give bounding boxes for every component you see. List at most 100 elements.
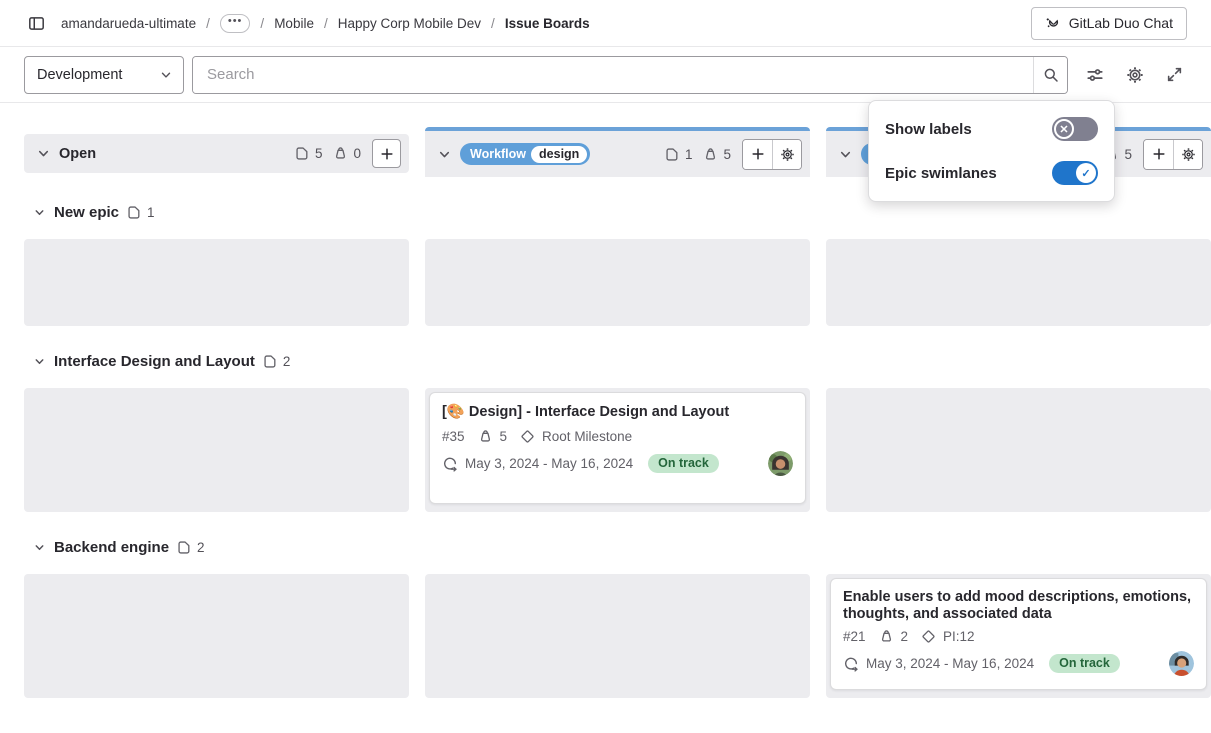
label-scope: Workflow xyxy=(470,147,526,161)
swimlane-collapse-chevron[interactable] xyxy=(33,541,46,554)
breadcrumb-separator: / xyxy=(491,16,495,31)
swimlane-count: 2 xyxy=(263,354,291,369)
sidebar-toggle-button[interactable] xyxy=(24,11,49,36)
epic-icon xyxy=(127,205,142,220)
iteration-icon xyxy=(442,456,458,472)
weight-icon xyxy=(703,147,718,162)
milestone-icon xyxy=(520,429,535,444)
weight-count: 0 xyxy=(353,146,361,161)
issue-id: #35 xyxy=(442,429,465,444)
issue-card-meta: #21 2 PI:12 xyxy=(843,629,1194,644)
search-button[interactable] xyxy=(1033,57,1067,93)
swimlane-count: 1 xyxy=(127,205,155,220)
milestone-icon xyxy=(921,629,936,644)
lane-cell: [🎨 Design] - Interface Design and Layout… xyxy=(425,388,810,512)
duo-chat-button[interactable]: GitLab Duo Chat xyxy=(1031,7,1187,40)
lane-cell-empty xyxy=(24,239,409,326)
search-icon xyxy=(1043,67,1059,83)
assignee-avatar[interactable] xyxy=(1169,651,1194,676)
show-labels-label: Show labels xyxy=(885,121,972,138)
column-open-header: Open 5 0 xyxy=(24,134,409,173)
column-workflow-design: Workflow design 1 5 xyxy=(425,127,810,177)
lane-cell-empty xyxy=(826,388,1211,512)
issue-id: #21 xyxy=(843,629,866,644)
sliders-icon xyxy=(1086,66,1104,84)
show-labels-toggle[interactable]: ✕ xyxy=(1052,117,1098,141)
swimlane-cells xyxy=(24,239,1187,326)
show-labels-row: Show labels ✕ xyxy=(869,107,1114,151)
assignee-avatar[interactable] xyxy=(768,451,793,476)
board-search xyxy=(192,56,1068,94)
column-collapse-chevron[interactable] xyxy=(437,147,452,162)
column-collapse-chevron[interactable] xyxy=(838,147,853,162)
breadcrumb-project[interactable]: Happy Corp Mobile Dev xyxy=(338,16,481,31)
swimlane-header: Interface Design and Layout 2 xyxy=(33,350,1187,373)
weight-icon xyxy=(478,429,493,444)
issue-count: 5 xyxy=(315,146,323,161)
search-input[interactable] xyxy=(193,57,1033,93)
swimlane-count: 2 xyxy=(177,540,205,555)
weight-icon xyxy=(879,629,894,644)
epic-swimlanes-row: Epic swimlanes ✓ xyxy=(869,151,1114,195)
swimlane-collapse-chevron[interactable] xyxy=(33,206,46,219)
swimlane-backend-engine: Backend engine 2 Enable users to add moo… xyxy=(24,536,1187,698)
breadcrumb-group[interactable]: amandarueda-ultimate xyxy=(61,16,196,31)
board-select-dropdown[interactable]: Development xyxy=(24,56,184,94)
duo-chat-icon xyxy=(1045,15,1062,32)
issue-weight: 5 xyxy=(500,429,508,444)
column-title: Open xyxy=(59,146,96,162)
lane-cell-empty xyxy=(425,239,810,326)
gear-icon xyxy=(1126,66,1144,84)
epic-swimlanes-label: Epic swimlanes xyxy=(885,165,997,182)
add-issue-button[interactable] xyxy=(372,139,401,168)
issue-boards-page: amandarueda-ultimate / ••• / Mobile / Ha… xyxy=(0,0,1211,733)
column-counts: 1 5 xyxy=(665,139,802,170)
column-counts: 5 0 xyxy=(295,139,401,168)
swimlane-issue-count: 2 xyxy=(283,354,291,369)
swimlane-collapse-chevron[interactable] xyxy=(33,355,46,368)
issue-dates: May 3, 2024 - May 16, 2024 xyxy=(465,456,633,471)
issue-count: 1 xyxy=(685,147,693,162)
column-actions xyxy=(1143,139,1203,170)
swimlane-interface-design: Interface Design and Layout 2 [🎨 Design]… xyxy=(24,350,1187,512)
epic-icon xyxy=(263,354,278,369)
swimlane-name: Interface Design and Layout xyxy=(54,353,255,370)
lane-cell-empty xyxy=(425,574,810,698)
toggle-on-check-icon: ✓ xyxy=(1076,163,1096,183)
lane-cell-empty xyxy=(826,239,1211,326)
column-counts: 5 xyxy=(1104,139,1203,170)
issue-dates: May 3, 2024 - May 16, 2024 xyxy=(866,656,1034,671)
swimlane-new-epic: New epic 1 xyxy=(24,201,1187,326)
column-scoped-label[interactable]: Workflow design xyxy=(460,143,590,165)
column-actions xyxy=(742,139,802,170)
swimlane-header: New epic 1 xyxy=(33,201,1187,224)
label-value: design xyxy=(531,146,587,163)
issue-card-35[interactable]: [🎨 Design] - Interface Design and Layout… xyxy=(429,392,806,504)
board-settings-button[interactable] xyxy=(1122,62,1148,88)
add-issue-button[interactable] xyxy=(743,140,772,169)
swimlane-cells: Enable users to add mood descriptions, e… xyxy=(24,574,1187,698)
column-open: Open 5 0 xyxy=(24,127,409,177)
breadcrumb-subgroup[interactable]: Mobile xyxy=(274,16,314,31)
breadcrumb-separator: / xyxy=(260,16,264,31)
swimlane-issue-count: 2 xyxy=(197,540,205,555)
lane-cell-empty xyxy=(24,388,409,512)
breadcrumb-separator: / xyxy=(206,16,210,31)
breadcrumb-current-page: Issue Boards xyxy=(505,16,590,31)
board-fullscreen-button[interactable] xyxy=(1162,62,1187,87)
breadcrumb-ellipsis-button[interactable]: ••• xyxy=(220,14,251,33)
duo-chat-label: GitLab Duo Chat xyxy=(1069,15,1173,31)
swimlane-name: New epic xyxy=(54,204,119,221)
swimlane-name: Backend engine xyxy=(54,539,169,556)
add-issue-button[interactable] xyxy=(1144,140,1173,169)
list-settings-button[interactable] xyxy=(1173,140,1202,169)
issue-milestone: PI:12 xyxy=(943,629,975,644)
column-collapse-chevron[interactable] xyxy=(36,146,51,161)
list-settings-button[interactable] xyxy=(772,140,801,169)
epic-swimlanes-toggle[interactable]: ✓ xyxy=(1052,161,1098,185)
board-preferences-button[interactable] xyxy=(1082,62,1108,88)
lane-cell: Enable users to add mood descriptions, e… xyxy=(826,574,1211,698)
issue-weight: 2 xyxy=(901,629,909,644)
issue-card-21[interactable]: Enable users to add mood descriptions, e… xyxy=(830,578,1207,690)
board-select-value: Development xyxy=(37,67,122,83)
